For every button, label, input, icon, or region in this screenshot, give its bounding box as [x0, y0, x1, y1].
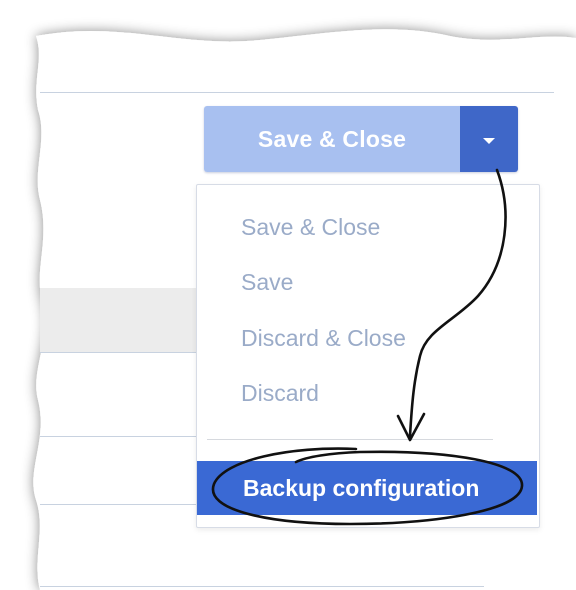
row-divider: [40, 436, 198, 437]
dropdown-toggle-button[interactable]: [460, 106, 518, 172]
gray-table-row: [40, 288, 198, 352]
panel-top-border: [40, 92, 554, 93]
row-divider: [40, 352, 198, 353]
save-close-button[interactable]: Save & Close: [204, 106, 460, 172]
menu-item-save-close[interactable]: Save & Close: [197, 207, 537, 247]
save-options-menu: Save & Close Save Discard & Close Discar…: [196, 184, 540, 528]
menu-divider: [207, 439, 493, 440]
save-close-split-button: Save & Close: [204, 106, 518, 172]
row-divider: [40, 504, 198, 505]
menu-item-save[interactable]: Save: [197, 262, 537, 302]
menu-item-discard[interactable]: Discard: [197, 373, 537, 413]
menu-item-backup-configuration[interactable]: Backup configuration: [197, 461, 537, 515]
menu-item-discard-close[interactable]: Discard & Close: [197, 318, 537, 358]
panel-bottom-border: [40, 586, 484, 587]
caret-down-icon: [483, 137, 495, 144]
